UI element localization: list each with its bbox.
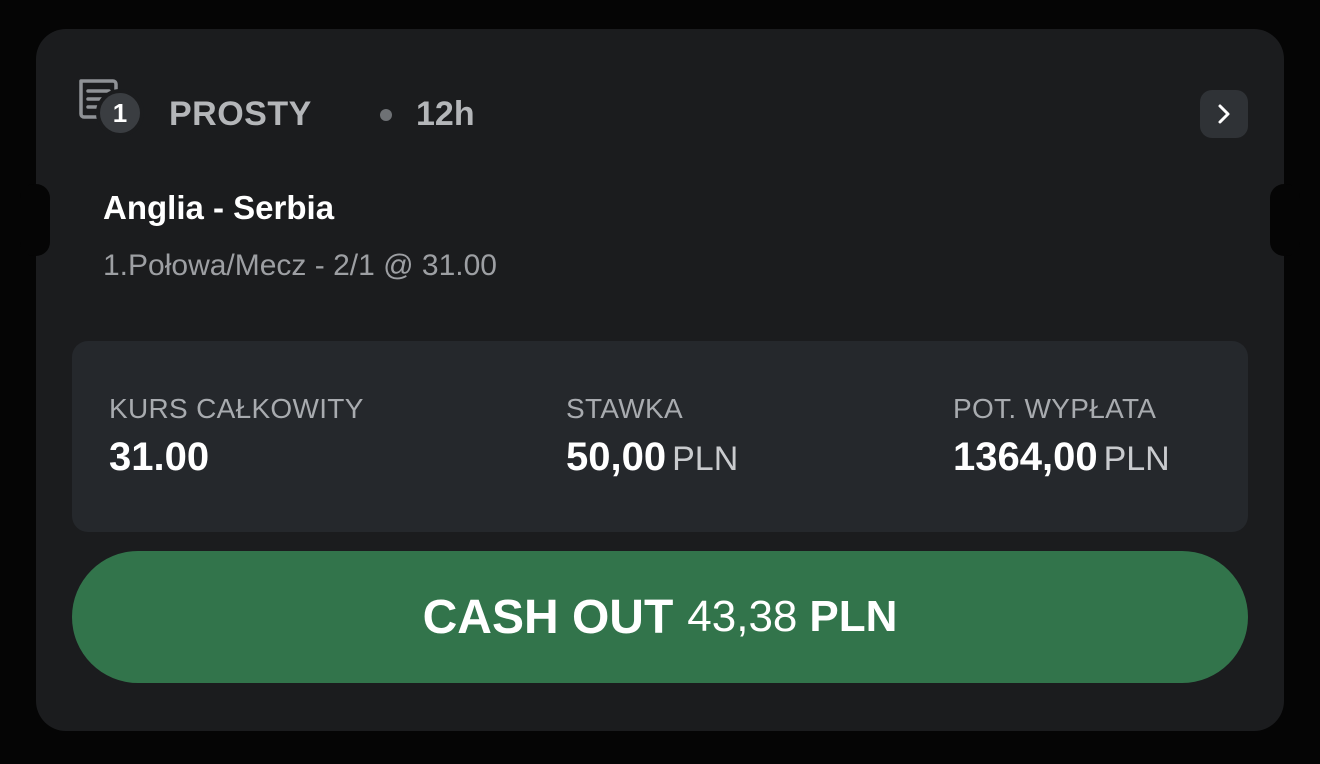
cash-out-currency: PLN xyxy=(809,592,898,641)
bet-selection: 1.Połowa/Mecz - 2/1 @ 31.00 xyxy=(103,249,497,282)
bet-slip-card: 1 PROSTY 12h Anglia - Serbia 1.Połowa/Me… xyxy=(20,29,1300,731)
stake-value-row: 50,00 PLN xyxy=(566,435,738,480)
stake-value: 50,00 xyxy=(566,435,667,479)
total-odds-value: 31.00 xyxy=(109,435,210,479)
stake-currency: PLN xyxy=(672,440,739,478)
ticket-notch-left xyxy=(20,184,50,256)
cash-out-button[interactable]: CASH OUT 43,38 PLN xyxy=(72,551,1248,683)
stake-label: STAWKA xyxy=(566,393,683,424)
ticket-notch-right xyxy=(1270,184,1300,256)
potential-payout-currency: PLN xyxy=(1103,440,1170,478)
stake: STAWKA 50,00 PLN xyxy=(566,393,738,480)
chevron-right-icon xyxy=(1218,104,1230,124)
bet-summary-panel: KURS CAŁKOWITY 31.00 STAWKA 50,00 PLN POT… xyxy=(72,341,1248,532)
cash-out-amount: 43,38 xyxy=(687,592,798,641)
separator-dot xyxy=(380,109,392,121)
cash-out-label: CASH OUT xyxy=(422,590,674,644)
bet-details-button[interactable] xyxy=(1200,90,1248,138)
bet-count-badge: 1 xyxy=(96,89,144,137)
potential-payout: POT. WYPŁATA 1364,00 PLN xyxy=(953,393,1170,480)
potential-payout-label: POT. WYPŁATA xyxy=(953,393,1157,424)
bet-time: 12h xyxy=(416,95,475,133)
bet-header: 1 PROSTY 12h xyxy=(76,73,1248,143)
total-odds: KURS CAŁKOWITY 31.00 xyxy=(109,393,364,480)
total-odds-label: KURS CAŁKOWITY xyxy=(109,393,364,424)
bet-type-label: PROSTY xyxy=(169,95,312,133)
potential-payout-value: 1364,00 xyxy=(953,435,1098,479)
event-name: Anglia - Serbia xyxy=(103,189,335,226)
potential-payout-value-row: 1364,00 PLN xyxy=(953,435,1170,480)
